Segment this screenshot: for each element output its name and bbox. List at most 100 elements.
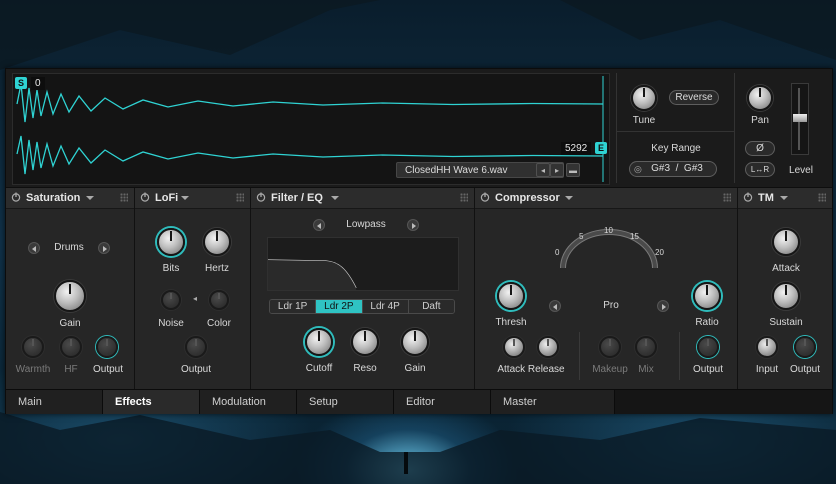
mix-knob[interactable] (635, 336, 657, 358)
saturation-module: Saturation Drums Gain Warmth HF Output (6, 188, 135, 389)
filter-module: Filter / EQ Lowpass Ldr 1P Ldr 2P Ldr 4P… (251, 188, 475, 389)
cutoff-knob[interactable] (305, 328, 333, 356)
grip-icon[interactable] (236, 193, 244, 202)
grip-icon[interactable] (460, 193, 468, 202)
tab-editor[interactable]: Editor (394, 390, 491, 414)
noise-knob[interactable] (161, 290, 181, 310)
compressor-output-knob[interactable] (697, 336, 719, 358)
grip-icon[interactable] (120, 193, 128, 202)
tune-knob[interactable] (631, 85, 657, 111)
color-arrow-icon: ◂ (193, 294, 198, 303)
filter-gain-knob[interactable] (401, 328, 429, 356)
filter-next-type-button[interactable] (407, 219, 419, 231)
phase-invert-button[interactable]: Ø (745, 141, 775, 156)
tab-bar: Main Effects Modulation Setup Editor Mas… (6, 389, 832, 414)
attack-knob[interactable] (503, 336, 525, 358)
saturation-mode: Drums (54, 242, 84, 253)
hf-knob[interactable] (60, 336, 82, 358)
filter-mode-selector: Ldr 1P Ldr 2P Ldr 4P Daft (269, 299, 455, 314)
power-icon[interactable] (743, 192, 753, 202)
chevron-down-icon[interactable] (181, 196, 189, 200)
tab-effects[interactable]: Effects (103, 390, 200, 414)
saturation-output-knob[interactable] (96, 336, 118, 358)
grip-icon[interactable] (723, 193, 731, 202)
compressor-next-mode-button[interactable] (657, 300, 669, 312)
pan-knob[interactable] (747, 85, 773, 111)
bits-knob[interactable] (157, 228, 185, 256)
level-slider[interactable] (791, 83, 809, 155)
saturation-gain-label: Gain (59, 318, 81, 329)
filter-mode-ldr2p[interactable]: Ldr 2P (316, 300, 363, 313)
ratio-knob[interactable] (693, 282, 721, 310)
power-icon[interactable] (11, 192, 21, 202)
tm-output-knob[interactable] (794, 336, 816, 358)
tm-header: TM (738, 188, 832, 209)
chevron-down-icon[interactable] (565, 196, 573, 200)
sample-section: S 0 5292 E ClosedHH Wave 6.wav ◂ ▸ ▬ Tun… (6, 69, 832, 188)
stereo-swap-button[interactable]: L↔R (745, 162, 775, 177)
filter-mode-ldr1p[interactable]: Ldr 1P (270, 300, 317, 313)
saturation-prev-mode-button[interactable] (28, 242, 40, 254)
reverse-button[interactable]: Reverse (669, 90, 719, 105)
tm-output-label: Output (789, 364, 821, 375)
cutoff-label: Cutoff (305, 363, 333, 374)
filter-curve-display[interactable] (267, 237, 459, 291)
tab-modulation[interactable]: Modulation (200, 390, 297, 414)
lofi-output-knob[interactable] (185, 336, 207, 358)
hertz-label: Hertz (205, 263, 229, 274)
compressor-output-label: Output (692, 364, 724, 375)
compressor-prev-mode-button[interactable] (549, 300, 561, 312)
tab-master[interactable]: Master (491, 390, 615, 414)
tab-main[interactable]: Main (6, 390, 103, 414)
meter-tick-20: 20 (655, 248, 664, 257)
thresh-label: Thresh (495, 317, 527, 328)
saturation-header: Saturation (6, 188, 134, 209)
chevron-down-icon[interactable] (780, 196, 788, 200)
level-slider-handle[interactable] (793, 114, 807, 122)
filter-prev-type-button[interactable] (313, 219, 325, 231)
power-icon[interactable] (480, 192, 490, 202)
power-icon[interactable] (256, 192, 266, 202)
thresh-knob[interactable] (497, 282, 525, 310)
sample-start-value[interactable]: 0 (31, 77, 45, 90)
tm-input-knob[interactable] (756, 336, 778, 358)
lofi-module: LoFi Bits Hertz Noise ◂ Color Output (135, 188, 251, 389)
folder-icon[interactable]: ▬ (566, 163, 580, 177)
prev-sample-button[interactable]: ◂ (536, 163, 550, 177)
grip-icon[interactable] (818, 193, 826, 202)
filter-curve (267, 259, 357, 290)
power-icon[interactable] (140, 192, 150, 202)
sample-end-marker[interactable]: E (595, 142, 608, 154)
saturation-next-mode-button[interactable] (98, 242, 110, 254)
key-range-label: Key Range (651, 143, 701, 154)
hertz-knob[interactable] (203, 228, 231, 256)
key-range-value: G#3 / G#3 (651, 163, 703, 174)
reso-knob[interactable] (351, 328, 379, 356)
next-sample-button[interactable]: ▸ (550, 163, 564, 177)
ratio-label: Ratio (695, 317, 719, 328)
makeup-knob[interactable] (599, 336, 621, 358)
reso-label: Reso (353, 363, 377, 374)
makeup-label: Makeup (592, 364, 628, 375)
tm-title: TM (758, 192, 774, 204)
hf-label: HF (64, 364, 78, 375)
tab-setup[interactable]: Setup (297, 390, 394, 414)
lofi-output-label: Output (180, 364, 212, 375)
compressor-header: Compressor (475, 188, 737, 209)
filter-mode-ldr4p[interactable]: Ldr 4P (362, 300, 409, 313)
sample-end-value[interactable]: 5292 (561, 142, 592, 155)
warmth-knob[interactable] (22, 336, 44, 358)
color-knob[interactable] (209, 290, 229, 310)
key-range-field[interactable]: ◎ G#3 / G#3 (629, 161, 717, 177)
sample-start-marker[interactable]: S (15, 77, 28, 89)
level-section: Pan Ø L↔R Level (734, 73, 829, 183)
tm-module: TM Attack Sustain Input Output (738, 188, 832, 389)
saturation-gain-knob[interactable] (54, 280, 86, 312)
tm-sustain-knob[interactable] (772, 282, 800, 310)
chevron-down-icon[interactable] (331, 196, 339, 200)
meter-tick-0: 0 (555, 248, 560, 257)
release-knob[interactable] (537, 336, 559, 358)
chevron-down-icon[interactable] (86, 196, 94, 200)
tm-attack-knob[interactable] (772, 228, 800, 256)
filter-mode-daft[interactable]: Daft (408, 300, 454, 313)
